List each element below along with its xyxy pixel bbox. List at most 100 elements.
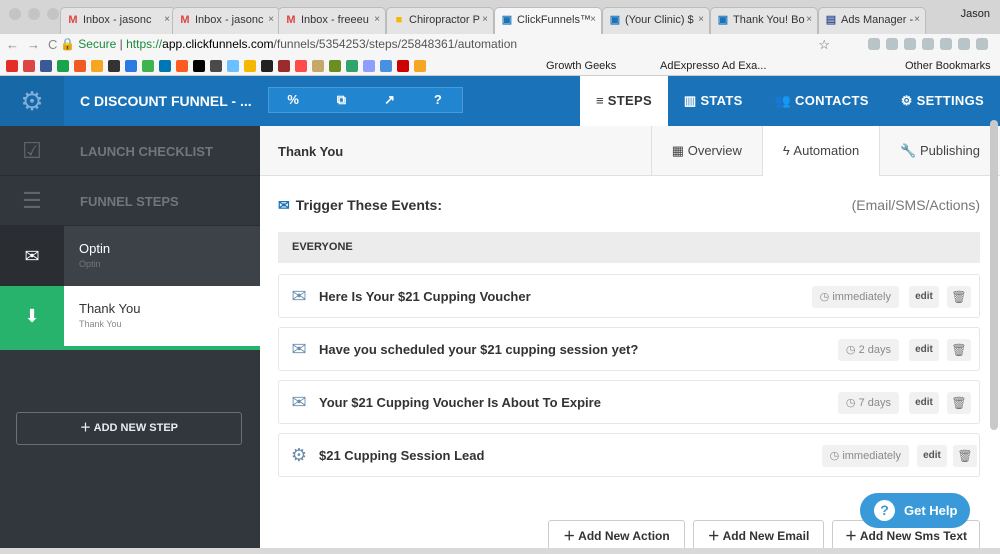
sidebar-launch-checklist[interactable]: ☑ LAUNCH CHECKLIST (0, 126, 260, 176)
tab-overview[interactable]: ▦ Overview (650, 126, 762, 176)
grid-icon: ▦ (671, 143, 685, 158)
bookmark-icons[interactable] (6, 60, 426, 72)
gear-logo-icon[interactable]: ⚙ (0, 76, 64, 126)
envelope-icon: ✉ (278, 197, 290, 213)
event-row[interactable]: ⚙ $21 Cupping Session Lead ◷ immediately… (278, 433, 980, 477)
nav-stats[interactable]: ▥ STATS (668, 76, 759, 126)
clickfunnels-icon: ▣ (609, 14, 621, 26)
bookmark-growth-geeks[interactable]: Growth Geeks (546, 60, 616, 72)
close-tab-icon[interactable]: × (482, 14, 488, 25)
envelope-icon: ✉ (291, 339, 307, 359)
tab-publishing[interactable]: 🔧 Publishing (879, 126, 1000, 176)
active-step-bar (0, 346, 260, 350)
browser-tab[interactable]: ▤ Ads Manager - × (818, 7, 926, 34)
external-link-icon[interactable]: ↗ (366, 88, 414, 112)
nav-contacts[interactable]: 👥 CONTACTS (759, 76, 885, 126)
browser-tab[interactable]: M Inbox - freeeu × (278, 7, 386, 34)
clickfunnels-app: ⚙ C DISCOUNT FUNNEL - ... % ⧉ ↗ ? ≡ STEP… (0, 76, 1000, 554)
nav-settings[interactable]: ⚙ SETTINGS (885, 76, 1000, 126)
close-tab-icon[interactable]: × (698, 14, 704, 25)
edit-button[interactable]: edit (909, 286, 939, 308)
timing-badge: ◷ immediately (811, 286, 899, 308)
gmail-icon: M (180, 14, 190, 26)
close-window-dot[interactable] (9, 8, 21, 20)
trash-icon[interactable]: 🗑 (947, 286, 971, 308)
top-nav: ≡ STEPS ▥ STATS 👥 CONTACTS ⚙ SETTINGS (579, 76, 1000, 126)
funnel-tools: % ⧉ ↗ ? (268, 87, 463, 113)
trash-icon[interactable]: 🗑 (947, 339, 971, 361)
envelope-icon: ✉ (291, 286, 307, 306)
profile-name[interactable]: Jason (961, 8, 990, 20)
tab-automation[interactable]: ϟ Automation (761, 126, 880, 176)
copy-icon[interactable]: ⧉ (317, 88, 365, 112)
step-thank-you[interactable]: ⬇ Thank You Thank You (0, 286, 260, 346)
close-tab-icon[interactable]: × (590, 14, 596, 25)
browser-tab[interactable]: ▣ Thank You! Bo × (710, 7, 818, 34)
timing-badge: ◷ immediately (821, 445, 909, 467)
facebook-icon: ▤ (825, 14, 837, 26)
lock-icon: 🔒 (60, 37, 75, 51)
gear-icon: ⚙ (900, 93, 913, 108)
nav-buttons[interactable]: ←→C (6, 37, 65, 52)
timing-badge: ◷ 2 days (837, 339, 899, 361)
slides-icon: ■ (395, 14, 403, 26)
menu-icon: ☰ (22, 188, 42, 213)
zoom-window-dot[interactable] (47, 8, 59, 20)
bookmark-adexpresso[interactable]: AdExpresso Ad Exa... (660, 60, 766, 72)
close-tab-icon[interactable]: × (914, 14, 920, 25)
funnel-name[interactable]: C DISCOUNT FUNNEL - ... (80, 93, 252, 109)
other-bookmarks[interactable]: Other Bookmarks (905, 60, 991, 72)
horizontal-scrollbar[interactable] (0, 548, 1000, 554)
event-row[interactable]: ✉ Your $21 Cupping Voucher Is About To E… (278, 380, 980, 424)
browser-tab[interactable]: M Inbox - jasonc × (60, 7, 176, 34)
address-bar[interactable]: ←→C 🔒 Secure | https://app.clickfunnels.… (0, 34, 1000, 56)
minimize-window-dot[interactable] (28, 8, 40, 20)
close-tab-icon[interactable]: × (164, 14, 170, 25)
menu-icon: ≡ (595, 93, 604, 108)
close-tab-icon[interactable]: × (806, 14, 812, 25)
bookmarks-bar: Growth Geeks AdExpresso Ad Exa... Other … (0, 56, 1000, 76)
edit-button[interactable]: edit (909, 339, 939, 361)
gmail-icon: M (286, 14, 296, 26)
edit-button[interactable]: edit (909, 392, 939, 414)
browser-tab[interactable]: M Inbox - jasonc × (172, 7, 280, 34)
extension-icons[interactable] (868, 38, 988, 50)
gear-icon: ⚙ (290, 445, 308, 465)
chart-icon: ▥ (683, 93, 697, 108)
browser-tab[interactable]: ■ Chiropractor P × (386, 7, 494, 34)
step-tabs: ▦ Overview ϟ Automation 🔧 Publishing (650, 126, 1000, 176)
nav-steps[interactable]: ≡ STEPS (579, 76, 668, 126)
url-text[interactable]: 🔒 Secure | https://app.clickfunnels.com/… (60, 37, 517, 51)
trash-icon[interactable]: 🗑 (947, 392, 971, 414)
forward-icon[interactable]: → (27, 37, 48, 52)
trigger-types: (Email/SMS/Actions) (851, 197, 980, 213)
bolt-icon: ϟ (782, 143, 790, 158)
step-optin[interactable]: ✉ Optin Optin (0, 226, 260, 286)
event-row[interactable]: ✉ Here Is Your $21 Cupping Voucher ◷ imm… (278, 274, 980, 318)
question-icon: ? (874, 500, 895, 521)
sidebar-funnel-steps[interactable]: ☰ FUNNEL STEPS (0, 176, 260, 226)
help-icon[interactable]: ? (414, 88, 462, 112)
back-icon[interactable]: ← (6, 37, 27, 52)
clickfunnels-icon: ▣ (717, 14, 729, 26)
envelope-icon: ✉ (0, 226, 64, 286)
trash-icon[interactable]: 🗑 (953, 445, 977, 467)
clickfunnels-icon: ▣ (501, 14, 513, 26)
download-icon: ⬇ (0, 286, 64, 346)
close-tab-icon[interactable]: × (268, 14, 274, 25)
vertical-scrollbar[interactable] (990, 120, 998, 430)
browser-tab[interactable]: ▣ (Your Clinic) $ × (602, 7, 710, 34)
browser-tab-active[interactable]: ▣ ClickFunnels™ × (494, 7, 602, 35)
link-icon[interactable]: % (269, 88, 317, 112)
trigger-heading: ✉ Trigger These Events: (278, 197, 443, 213)
bookmark-star-icon[interactable]: ☆ (818, 37, 830, 53)
window-controls[interactable] (9, 8, 59, 20)
event-row[interactable]: ✉ Have you scheduled your $21 cupping se… (278, 327, 980, 371)
close-tab-icon[interactable]: × (374, 14, 380, 25)
top-bar: ⚙ C DISCOUNT FUNNEL - ... % ⧉ ↗ ? ≡ STEP… (0, 76, 1000, 126)
checkbox-icon: ☑ (22, 138, 42, 163)
get-help-button[interactable]: ? Get Help (860, 493, 970, 528)
add-new-step-button[interactable]: ＋ ADD NEW STEP (16, 412, 242, 445)
timing-badge: ◷ 7 days (837, 392, 899, 414)
edit-button[interactable]: edit (917, 445, 947, 467)
